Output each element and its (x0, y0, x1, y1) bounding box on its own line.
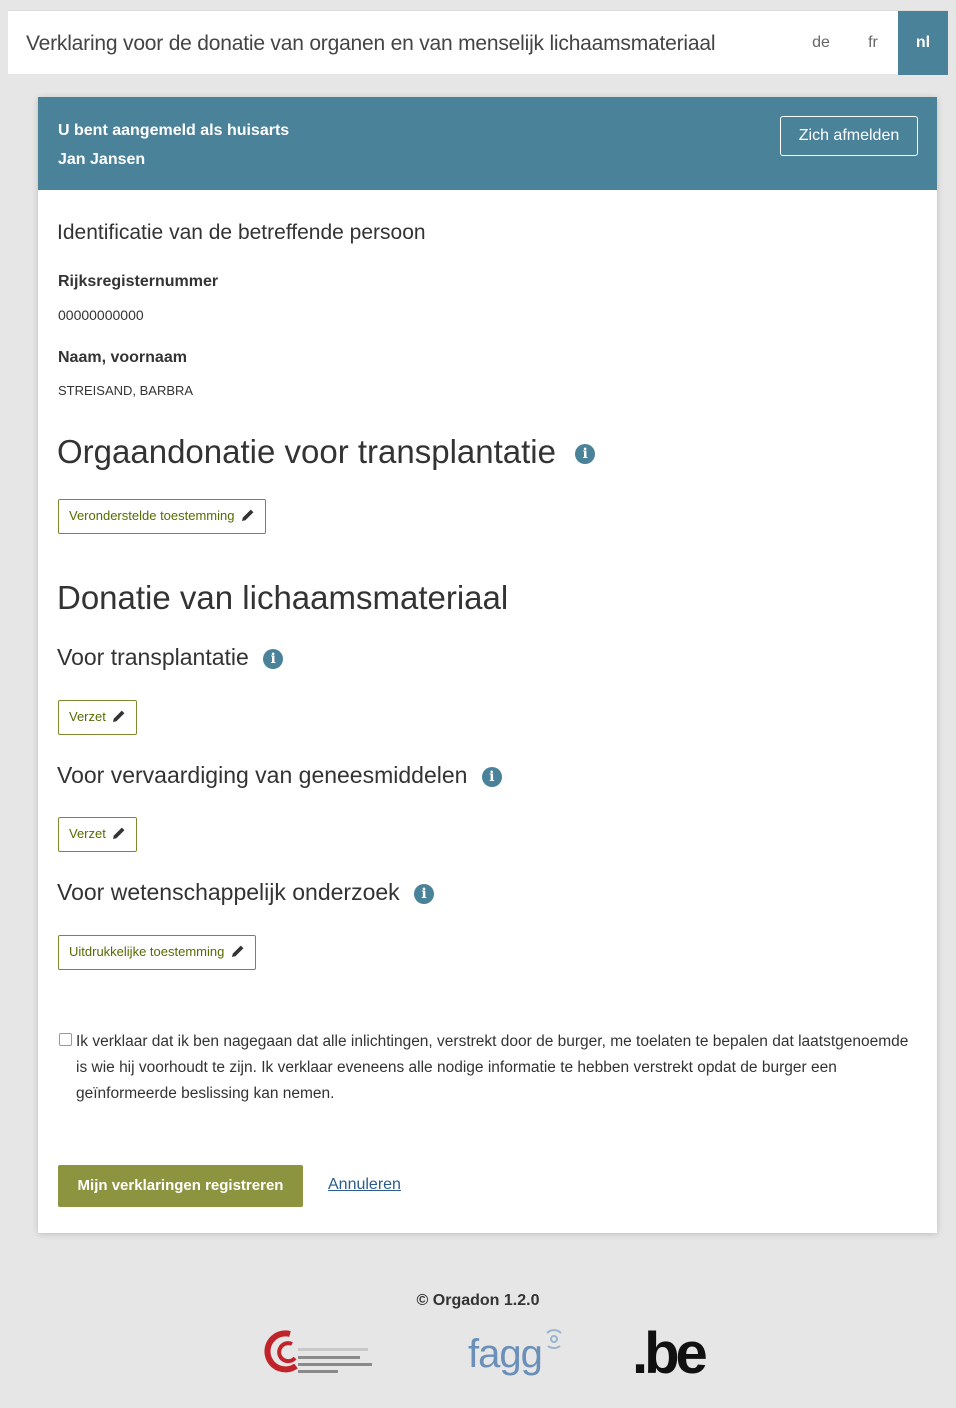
research-status-label: Uitdrukkelijke toestemming (69, 944, 225, 959)
organ-status-label: Veronderstelde toestemming (69, 508, 235, 523)
material-heading: Donatie van lichaamsmateriaal (57, 579, 509, 616)
research-status-button[interactable]: Uitdrukkelijke toestemming (58, 935, 256, 970)
be-logo-text: .be (632, 1321, 708, 1386)
rrn-label: Rijksregisternummer (58, 273, 219, 290)
fagg-logo-text: fagg (468, 1332, 543, 1376)
fod-logo (262, 1326, 402, 1386)
medicine-heading: Voor vervaardiging van geneesmiddelen i (57, 762, 502, 789)
name-value: STREISAND, BARBRA (58, 383, 194, 398)
pencil-icon (231, 945, 244, 957)
copyright-text: © Orgadon 1.2.0 (416, 1292, 540, 1309)
identification-title: Identificatie van de betreffende persoon (57, 221, 426, 244)
info-icon[interactable]: i (263, 648, 284, 669)
pencil-icon (113, 827, 125, 839)
organ-status-button[interactable]: Veronderstelde toestemming (58, 499, 267, 534)
top-bar: Verklaring voor de donatie van organen e… (8, 10, 948, 75)
research-heading: Voor wetenschappelijk onderzoek i (57, 879, 435, 906)
medicine-status-button[interactable]: Verzet (58, 817, 138, 852)
name-label: Naam, voornaam (58, 349, 187, 366)
info-icon[interactable]: i (481, 766, 502, 787)
logout-button[interactable]: Zich afmelden (780, 116, 918, 156)
organ-donation-title: Orgaandonatie voor transplantatie (57, 433, 556, 470)
pencil-icon (242, 509, 254, 521)
organ-donation-heading: Orgaandonatie voor transplantatie i (57, 433, 596, 471)
research-title: Voor wetenschappelijk onderzoek (57, 879, 400, 905)
info-icon[interactable]: i (414, 883, 435, 904)
user-role-text: U bent aangemeld als huisarts (58, 122, 290, 139)
app-title: Verklaring voor de donatie van organen e… (26, 32, 716, 55)
fagg-logo: fagg (466, 1326, 576, 1390)
lang-fr-button[interactable]: fr (856, 11, 890, 75)
medicine-title: Voor vervaardiging van geneesmiddelen (57, 762, 468, 788)
declaration-text: Ik verklaar dat ik ben nagegaan dat alle… (76, 1033, 909, 1102)
signal-icon (546, 1329, 562, 1349)
transplant-heading: Voor transplantatie i (57, 644, 284, 671)
lang-de-button[interactable]: de (802, 11, 840, 75)
transplant-status-label: Verzet (69, 709, 106, 724)
cancel-link[interactable]: Annuleren (328, 1176, 401, 1194)
be-logo: .be (632, 1320, 722, 1390)
main-card: U bent aangemeld als huisarts Jan Jansen… (38, 97, 937, 1233)
lang-nl-button[interactable]: nl (898, 11, 948, 75)
submit-button[interactable]: Mijn verklaringen registreren (58, 1165, 303, 1207)
user-name: Jan Jansen (58, 151, 146, 168)
declaration-checkbox[interactable] (59, 1033, 72, 1046)
fod-logo-icon (264, 1330, 372, 1373)
user-bar: U bent aangemeld als huisarts Jan Jansen… (38, 97, 937, 190)
transplant-status-button[interactable]: Verzet (58, 700, 138, 735)
pencil-icon (113, 710, 125, 722)
transplant-title: Voor transplantatie (57, 644, 249, 670)
medicine-status-label: Verzet (69, 826, 106, 841)
info-icon[interactable]: i (575, 444, 596, 465)
rrn-value: 00000000000 (58, 307, 144, 323)
